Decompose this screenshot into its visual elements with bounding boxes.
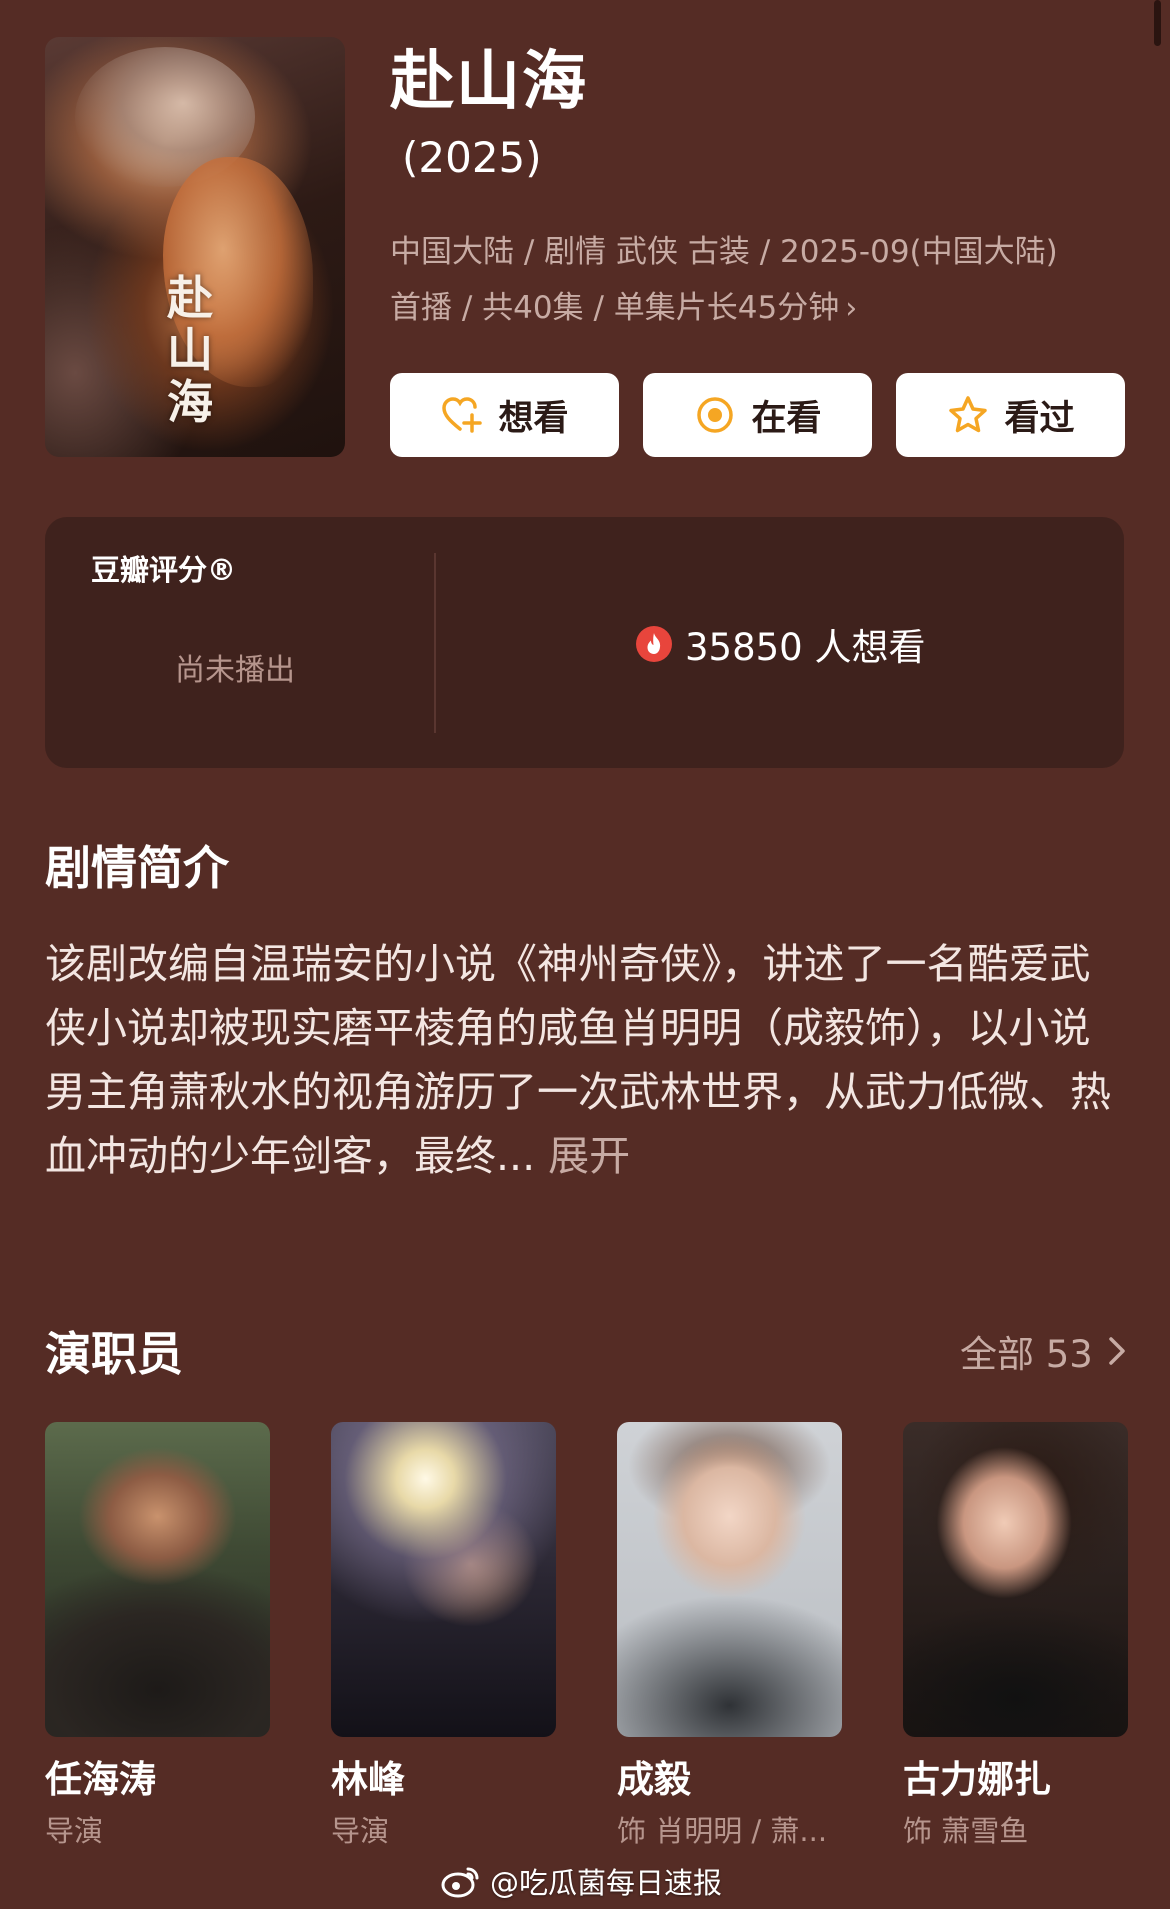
watching-label: 在看 <box>751 398 822 439</box>
wishers-count: 35850 人想看 <box>635 617 925 671</box>
show-meta[interactable]: 中国大陆 / 剧情 武侠 古装 / 2025-09(中国大陆) 首播 / 共40… <box>390 224 1130 337</box>
watermark-text: @吃瓜菌每日速报 <box>490 1866 723 1900</box>
cast-name: 成毅 <box>617 1758 691 1801</box>
douban-rating-label: 豆瓣评分® <box>91 553 237 587</box>
chevron-right-icon <box>1109 1337 1125 1365</box>
watched-button[interactable]: 看过 <box>896 373 1125 457</box>
cast-photo <box>331 1422 556 1737</box>
cast-photo <box>617 1422 842 1737</box>
synopsis-text[interactable]: 该剧改编自温瑞安的小说《神州奇侠》，讲述了一名酷爱武侠小说却被现实磨平棱角的咸鱼… <box>45 932 1130 1188</box>
rating-divider <box>434 553 436 733</box>
expand-link[interactable]: 展开 <box>548 1132 630 1180</box>
rating-card[interactable]: 豆瓣评分® 尚未播出 35850 人想看 <box>45 517 1124 768</box>
want-to-watch-button[interactable]: 想看 <box>390 373 619 457</box>
watched-label: 看过 <box>1004 398 1075 439</box>
cast-name: 古力娜扎 <box>903 1758 1051 1801</box>
watching-button[interactable]: 在看 <box>643 373 872 457</box>
cast-all-link[interactable]: 全部 53 <box>960 1324 1127 1378</box>
weibo-watermark: @吃瓜菌每日速报 <box>440 1860 722 1902</box>
cast-role: 饰 萧雪鱼 <box>903 1814 1029 1848</box>
cast-card[interactable]: 林峰 导演 <box>331 1422 556 1851</box>
cast-name: 任海涛 <box>45 1758 156 1801</box>
cast-role: 导演 <box>45 1814 104 1848</box>
cast-all-label: 全部 53 <box>960 1333 1093 1376</box>
cast-card[interactable]: 成毅 饰 肖明明 / 萧... <box>617 1422 842 1851</box>
rating-status: 尚未播出 <box>175 653 295 688</box>
synopsis-heading: 剧情简介 <box>45 841 229 895</box>
cast-role: 饰 肖明明 / 萧... <box>617 1814 828 1848</box>
poster-image[interactable]: 赴山海 <box>45 37 345 457</box>
chevron-right-icon[interactable]: › <box>845 281 857 337</box>
poster-calligraphy: 赴山海 <box>167 271 213 429</box>
show-year: (2025) <box>402 133 542 182</box>
heart-plus-icon <box>442 397 483 433</box>
meta-line-2: 首播 / 共40集 / 单集片长45分钟 › <box>390 280 1130 337</box>
weibo-icon <box>441 1867 479 1898</box>
cast-heading: 演职员 <box>45 1327 183 1381</box>
cast-card[interactable]: 古力娜扎 饰 萧雪鱼 <box>903 1422 1128 1851</box>
cast-name: 林峰 <box>331 1758 405 1801</box>
cast-list: 任海涛 导演 林峰 导演 成毅 饰 肖明明 / 萧... 古力娜扎 饰 萧雪鱼 <box>45 1422 1128 1851</box>
wishers-text: 35850 人想看 <box>685 626 926 669</box>
cast-photo <box>903 1422 1128 1737</box>
fire-icon <box>636 626 672 662</box>
show-title: 赴山海 <box>390 45 588 119</box>
meta-line-2-text: 首播 / 共40集 / 单集片长45分钟 <box>390 290 840 326</box>
scrollbar[interactable] <box>1154 0 1161 46</box>
star-icon <box>949 396 988 433</box>
cast-card[interactable]: 任海涛 导演 <box>45 1422 270 1851</box>
target-circle-icon <box>697 397 734 433</box>
cast-photo <box>45 1422 270 1737</box>
want-to-watch-label: 想看 <box>498 398 569 439</box>
meta-line-1: 中国大陆 / 剧情 武侠 古装 / 2025-09(中国大陆) <box>390 234 1058 270</box>
action-buttons: 想看 在看 看过 <box>390 373 1125 457</box>
cast-role: 导演 <box>331 1814 390 1848</box>
